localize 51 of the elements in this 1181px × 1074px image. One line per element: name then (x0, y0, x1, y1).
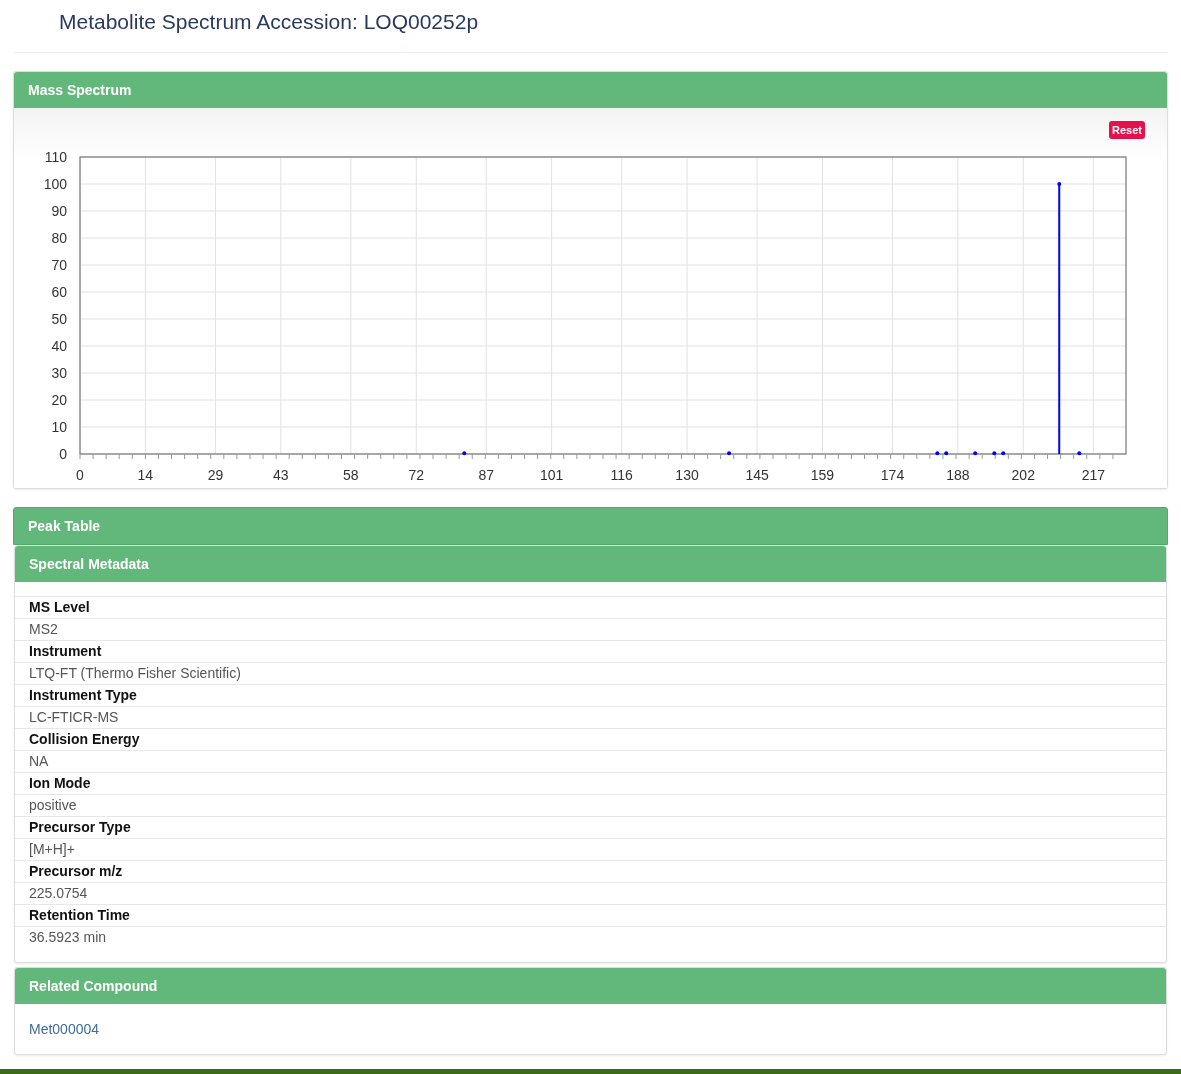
field-label: Precursor m/z (15, 860, 1166, 882)
axis-label: 101 (539, 467, 564, 483)
axis-label: 30 (51, 365, 67, 381)
field-label: Retention Time (15, 904, 1166, 926)
axis-label: 87 (478, 467, 495, 483)
field-value: 36.5923 min (15, 926, 1166, 948)
reset-button[interactable]: Reset (1109, 121, 1145, 139)
axis-label: 10 (51, 419, 67, 435)
axis-label: 159 (810, 467, 835, 483)
page-title: Metabolite Spectrum Accession: LOQ00252p (59, 9, 480, 35)
panel-heading[interactable]: Spectral Metadata (15, 546, 1166, 582)
field-label: Ion Mode (15, 772, 1166, 794)
axis-label: 80 (51, 230, 67, 246)
field-label: Precursor Type (15, 816, 1166, 838)
axis-label: 174 (880, 467, 905, 483)
axis-label: 110 (44, 149, 67, 165)
field-value: MS2 (15, 618, 1166, 640)
axis-label: 29 (207, 467, 224, 483)
axis-label: 130 (675, 467, 699, 483)
panel-heading[interactable]: Peak Table (13, 507, 1168, 545)
axis-label: 72 (408, 467, 424, 483)
axis-label: 43 (273, 467, 289, 483)
field-label: Instrument Type (15, 684, 1166, 706)
axis-label: 217 (1081, 467, 1105, 483)
field-value: LC-FTICR-MS (15, 706, 1166, 728)
axis-label: 0 (59, 446, 67, 462)
axis-label: 58 (343, 467, 359, 483)
axis-label: 14 (137, 467, 154, 483)
field-label: Instrument (15, 640, 1166, 662)
field-label: MS Level (15, 596, 1166, 618)
axis-label: 20 (51, 392, 67, 408)
axis-label: 50 (51, 311, 67, 327)
axis-label: 188 (946, 467, 970, 483)
field-value: positive (15, 794, 1166, 816)
panel-heading[interactable]: Mass Spectrum (14, 72, 1167, 108)
axis-label: 90 (51, 203, 67, 219)
field-label: Collision Energy (15, 728, 1166, 750)
compound-link[interactable]: Met000004 (29, 1021, 100, 1037)
axis-label: 60 (51, 284, 67, 300)
field-value: NA (15, 750, 1166, 772)
axis-label: 70 (51, 257, 67, 273)
panel-heading[interactable]: Related Compound (15, 968, 1166, 1004)
axis-label: 116 (610, 467, 633, 483)
field-value: 225.0754 (15, 882, 1166, 904)
axis-label: 202 (1011, 467, 1035, 483)
axis-label: 40 (51, 338, 67, 354)
axis-label: 0 (76, 467, 84, 483)
axis-label: 100 (43, 176, 67, 192)
axis-label: 145 (745, 467, 769, 483)
field-value: [M+H]+ (15, 838, 1166, 860)
field-value: LTQ-FT (Thermo Fisher Scientific) (15, 662, 1166, 684)
